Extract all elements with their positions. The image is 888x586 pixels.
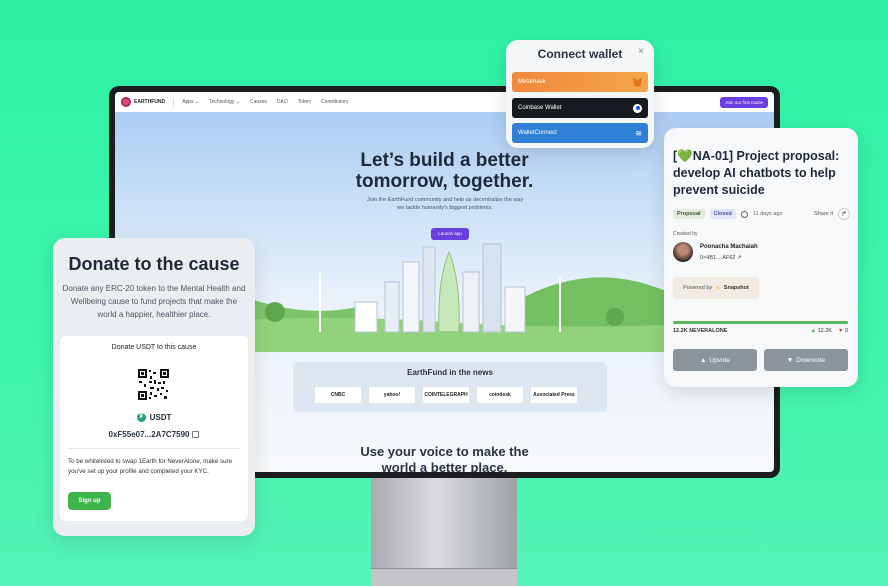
coinbase-label: Coinbase Wallet — [518, 105, 562, 111]
downvote-label: Downvote — [796, 356, 826, 364]
whitelist-note: To be whitelisted to swap 1Earth for Nev… — [68, 458, 233, 475]
news-section: EarthFund in the news CNBC yahoo! COINTE… — [293, 362, 607, 412]
token-name: USDT — [149, 413, 172, 422]
avatar — [673, 242, 693, 262]
upvote-label: Upvote — [709, 356, 731, 364]
qr-code — [137, 368, 170, 401]
vote-stats: ▲ 12.2K ▼ 0 — [811, 328, 848, 334]
proposal-card: [💚NA-01] Project proposal: develop AI ch… — [664, 128, 858, 387]
news-title: EarthFund in the news — [407, 368, 493, 377]
result-label: 12.2K NEVERALONE — [673, 328, 728, 334]
vote-progress-bar — [673, 321, 848, 324]
launch-app-button[interactable]: Launch app — [431, 228, 469, 240]
nav-link-dao[interactable]: DAO — [277, 99, 288, 105]
sign-up-button[interactable]: Sign up — [68, 492, 111, 510]
powered-by-snapshot[interactable]: Powered by ⚡ Snapshot — [673, 277, 759, 299]
yahoo-logo[interactable]: yahoo! — [369, 387, 415, 403]
tag-proposal: Proposal — [673, 209, 705, 219]
created-by-label: Created by — [673, 231, 698, 237]
author-address: 0×4B1....AF62 — [700, 255, 736, 261]
associated-press-logo[interactable]: Associated Press — [531, 387, 577, 403]
author-name[interactable]: Poonacha Machaiah — [700, 244, 758, 250]
site-nav: EARTHFUND Apps ⌄ Technology ⌄ Causes DAO… — [115, 92, 774, 112]
external-link-icon[interactable]: ↗ — [737, 255, 742, 261]
monitor-stand-base — [371, 568, 517, 586]
wallet-address-row[interactable]: 0xF55e07...2A7C7590 — [60, 430, 248, 439]
powered-by-label: Powered by — [683, 285, 713, 291]
divider — [68, 448, 240, 449]
snapshot-bolt-icon: ⚡ — [715, 283, 721, 293]
walletconnect-label: WalletConnect — [518, 130, 557, 136]
proposal-tags: Proposal Closed 11 days ago — [673, 209, 782, 219]
connect-wallet-modal: Connect wallet × Metamask Coinbase Walle… — [506, 40, 654, 148]
proposal-age: 11 days ago — [752, 211, 783, 217]
nav-divider — [173, 98, 175, 106]
nav-links: Apps ⌄ Technology ⌄ Causes DAO Token Con… — [182, 99, 348, 105]
up-count: 12.2K — [817, 328, 832, 334]
coindesk-logo[interactable]: coindesk — [477, 387, 523, 403]
coinbase-icon — [633, 103, 642, 113]
donate-card: Donate to the cause Donate any ERC-20 to… — [53, 238, 255, 536]
wallet-address: 0xF55e07...2A7C7590 — [108, 430, 190, 439]
news-logos: CNBC yahoo! COINTELEGRAPH coindesk Assoc… — [315, 387, 577, 403]
close-icon[interactable]: × — [638, 46, 644, 57]
nav-link-apps[interactable]: Apps ⌄ — [182, 99, 199, 105]
share-icon[interactable]: ↱ — [838, 208, 850, 220]
down-count: 0 — [844, 328, 848, 334]
author-address-row[interactable]: 0×4B1....AF62 ↗ — [700, 255, 741, 261]
upvote-icon: ▲ — [699, 356, 707, 364]
share-row[interactable]: Share it ↱ — [814, 208, 850, 220]
hero-subtitle: Join the EarthFund community and help us… — [366, 197, 524, 211]
downvote-button[interactable]: ▼ Downvote — [764, 349, 848, 371]
proposal-title: [💚NA-01] Project proposal: develop AI ch… — [673, 149, 840, 197]
nav-link-technology[interactable]: Technology ⌄ — [209, 99, 240, 105]
snapshot-name: Snapshot — [723, 285, 749, 291]
join-cause-button[interactable]: Join our first cause — [720, 96, 768, 108]
token-row: ₮ USDT — [60, 413, 248, 422]
downvote-icon: ▼ — [786, 356, 794, 364]
donate-subtitle: Donate USDT to this cause — [111, 344, 197, 351]
nav-link-contributors[interactable]: Contributors — [321, 99, 348, 105]
status-badge: Closed — [709, 209, 736, 219]
upvote-button[interactable]: ▲ Upvote — [673, 349, 757, 371]
donate-title: Donate to the cause — [68, 254, 240, 274]
nav-link-causes[interactable]: Causes — [250, 99, 267, 105]
share-label: Share it — [814, 211, 833, 217]
donate-panel: Donate USDT to this cause ₮ USDT 0xF55e0… — [60, 336, 248, 521]
donate-description: Donate any ERC-20 token to the Mental He… — [62, 284, 246, 319]
coinbase-option[interactable]: Coinbase Wallet — [512, 98, 648, 118]
walletconnect-icon: ≋ — [635, 128, 642, 138]
arrow-up-icon: ▲ — [810, 328, 817, 334]
copy-icon[interactable] — [192, 431, 200, 439]
metamask-label: Metamask — [518, 79, 546, 85]
walletconnect-option[interactable]: WalletConnect ≋ — [512, 123, 648, 143]
metamask-option[interactable]: Metamask — [512, 72, 648, 92]
cnbc-logo[interactable]: CNBC — [315, 387, 361, 403]
usdt-icon: ₮ — [136, 413, 146, 422]
clock-icon — [740, 210, 748, 218]
metamask-fox-icon — [633, 77, 642, 87]
connect-wallet-title: Connect wallet — [537, 47, 623, 61]
earthfund-logo-icon — [121, 97, 131, 107]
brand-logo[interactable]: EARTHFUND — [121, 97, 165, 107]
cointelegraph-logo[interactable]: COINTELEGRAPH — [423, 387, 469, 403]
brand-name: EARTHFUND — [134, 99, 166, 105]
nav-link-token[interactable]: Token — [298, 99, 311, 105]
arrow-down-icon: ▼ — [837, 328, 844, 334]
vote-results: 12.2K NEVERALONE ▲ 12.2K ▼ 0 — [673, 328, 848, 334]
